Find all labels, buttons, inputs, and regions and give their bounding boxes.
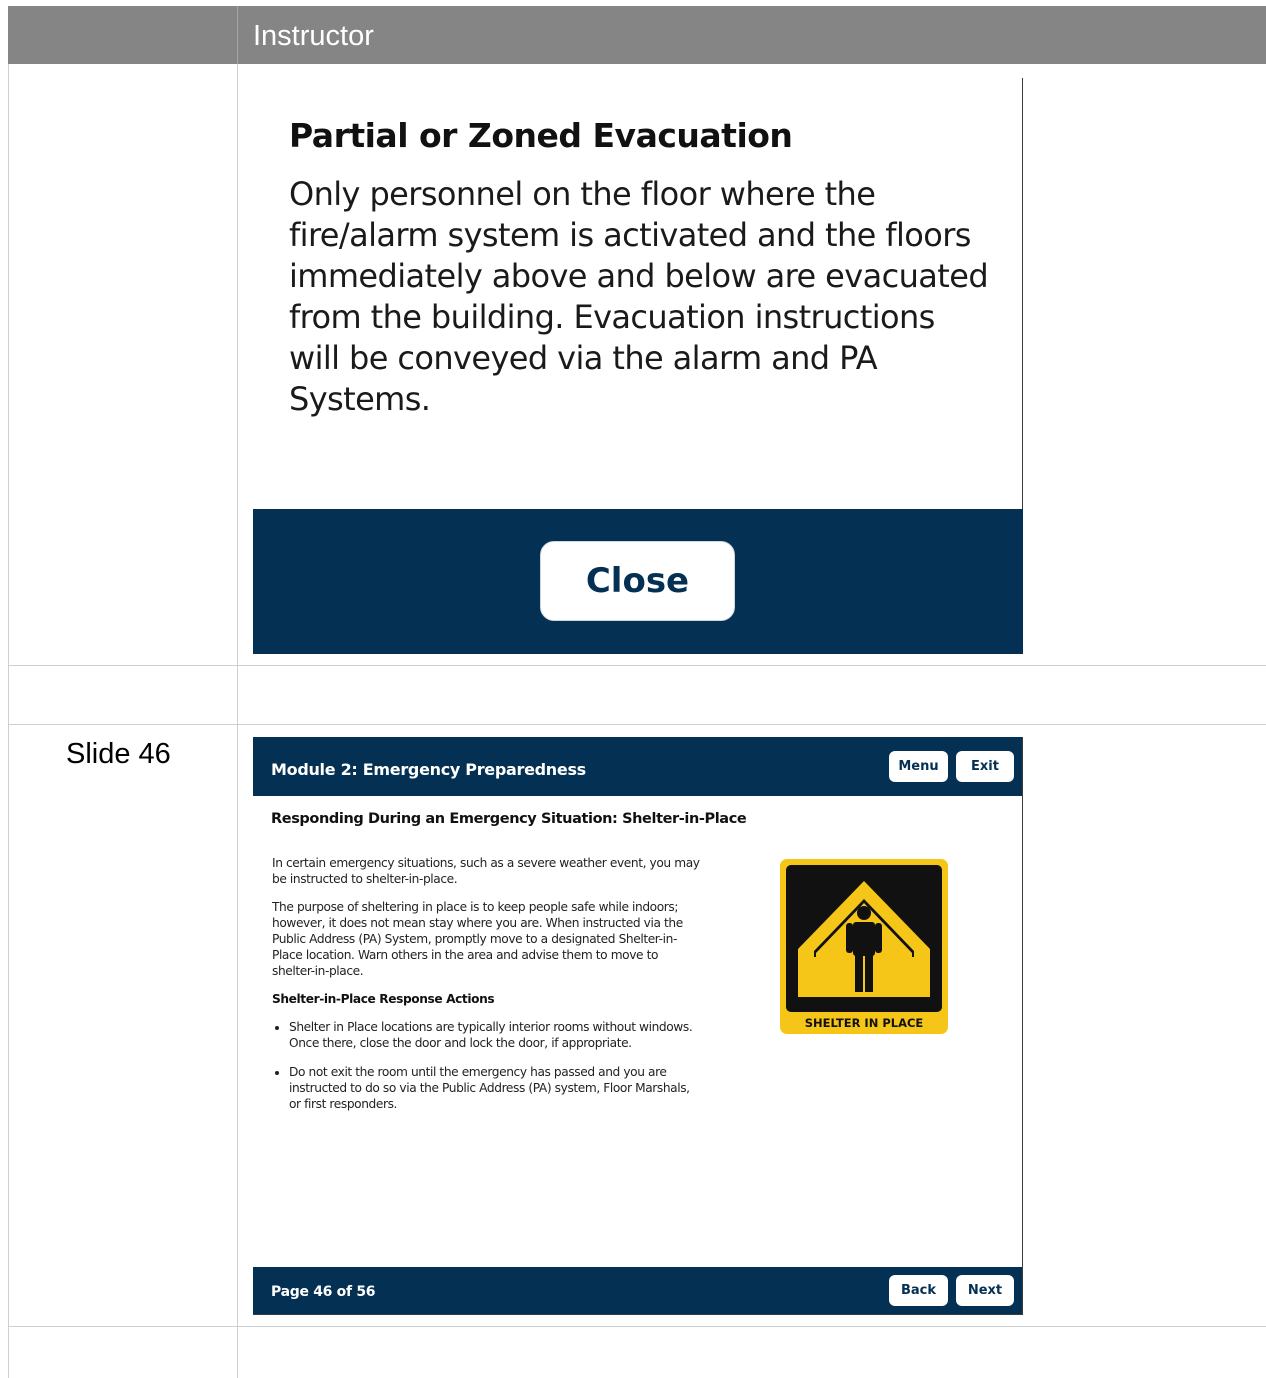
module-title: Module 2: Emergency Preparedness [271, 760, 586, 779]
slide-number-label: Slide 46 [66, 738, 171, 770]
row-divider [8, 1326, 1266, 1327]
column-divider [237, 64, 238, 1378]
evacuation-popup: Partial or Zoned Evacuation Only personn… [253, 78, 1023, 654]
sign-label: SHELTER IN PLACE [805, 1016, 924, 1030]
intro-paragraph: In certain emergency situations, such as… [272, 856, 700, 886]
list-item: Do not exit the room until the emergency… [289, 1064, 702, 1112]
table-left-border [8, 64, 9, 1378]
slide-heading: Responding During an Emergency Situation… [271, 811, 747, 827]
exit-button[interactable]: Exit [956, 751, 1014, 782]
header-instructor-label: Instructor [253, 20, 374, 52]
header-column-divider [237, 6, 238, 64]
page-counter: Page 46 of 56 [271, 1284, 376, 1300]
close-button[interactable]: Close [540, 541, 735, 621]
slide-footer-bar: Page 46 of 56 Back Next [253, 1267, 1022, 1314]
popup-body-text: Only personnel on the floor where the fi… [289, 175, 989, 418]
row-divider [8, 724, 1266, 725]
popup-footer-bar: Close [253, 509, 1023, 654]
slide-46: Module 2: Emergency Preparedness Menu Ex… [253, 737, 1023, 1315]
slide-body: In certain emergency situations, such as… [272, 855, 702, 1125]
shelter-in-place-sign-icon: SHELTER IN PLACE [780, 859, 948, 1034]
menu-button[interactable]: Menu [889, 751, 948, 782]
response-actions-list: Shelter in Place locations are typically… [272, 1019, 702, 1112]
slide-header-bar: Module 2: Emergency Preparedness Menu Ex… [253, 737, 1022, 796]
back-button[interactable]: Back [889, 1275, 948, 1306]
list-item: Shelter in Place locations are typically… [289, 1019, 702, 1051]
popup-title: Partial or Zoned Evacuation [289, 116, 793, 155]
response-actions-subheading: Shelter-in-Place Response Actions [272, 992, 495, 1006]
next-button[interactable]: Next [956, 1275, 1014, 1306]
purpose-paragraph: The purpose of sheltering in place is to… [272, 900, 683, 978]
table-header-row [8, 6, 1266, 64]
row-divider [8, 665, 1266, 666]
